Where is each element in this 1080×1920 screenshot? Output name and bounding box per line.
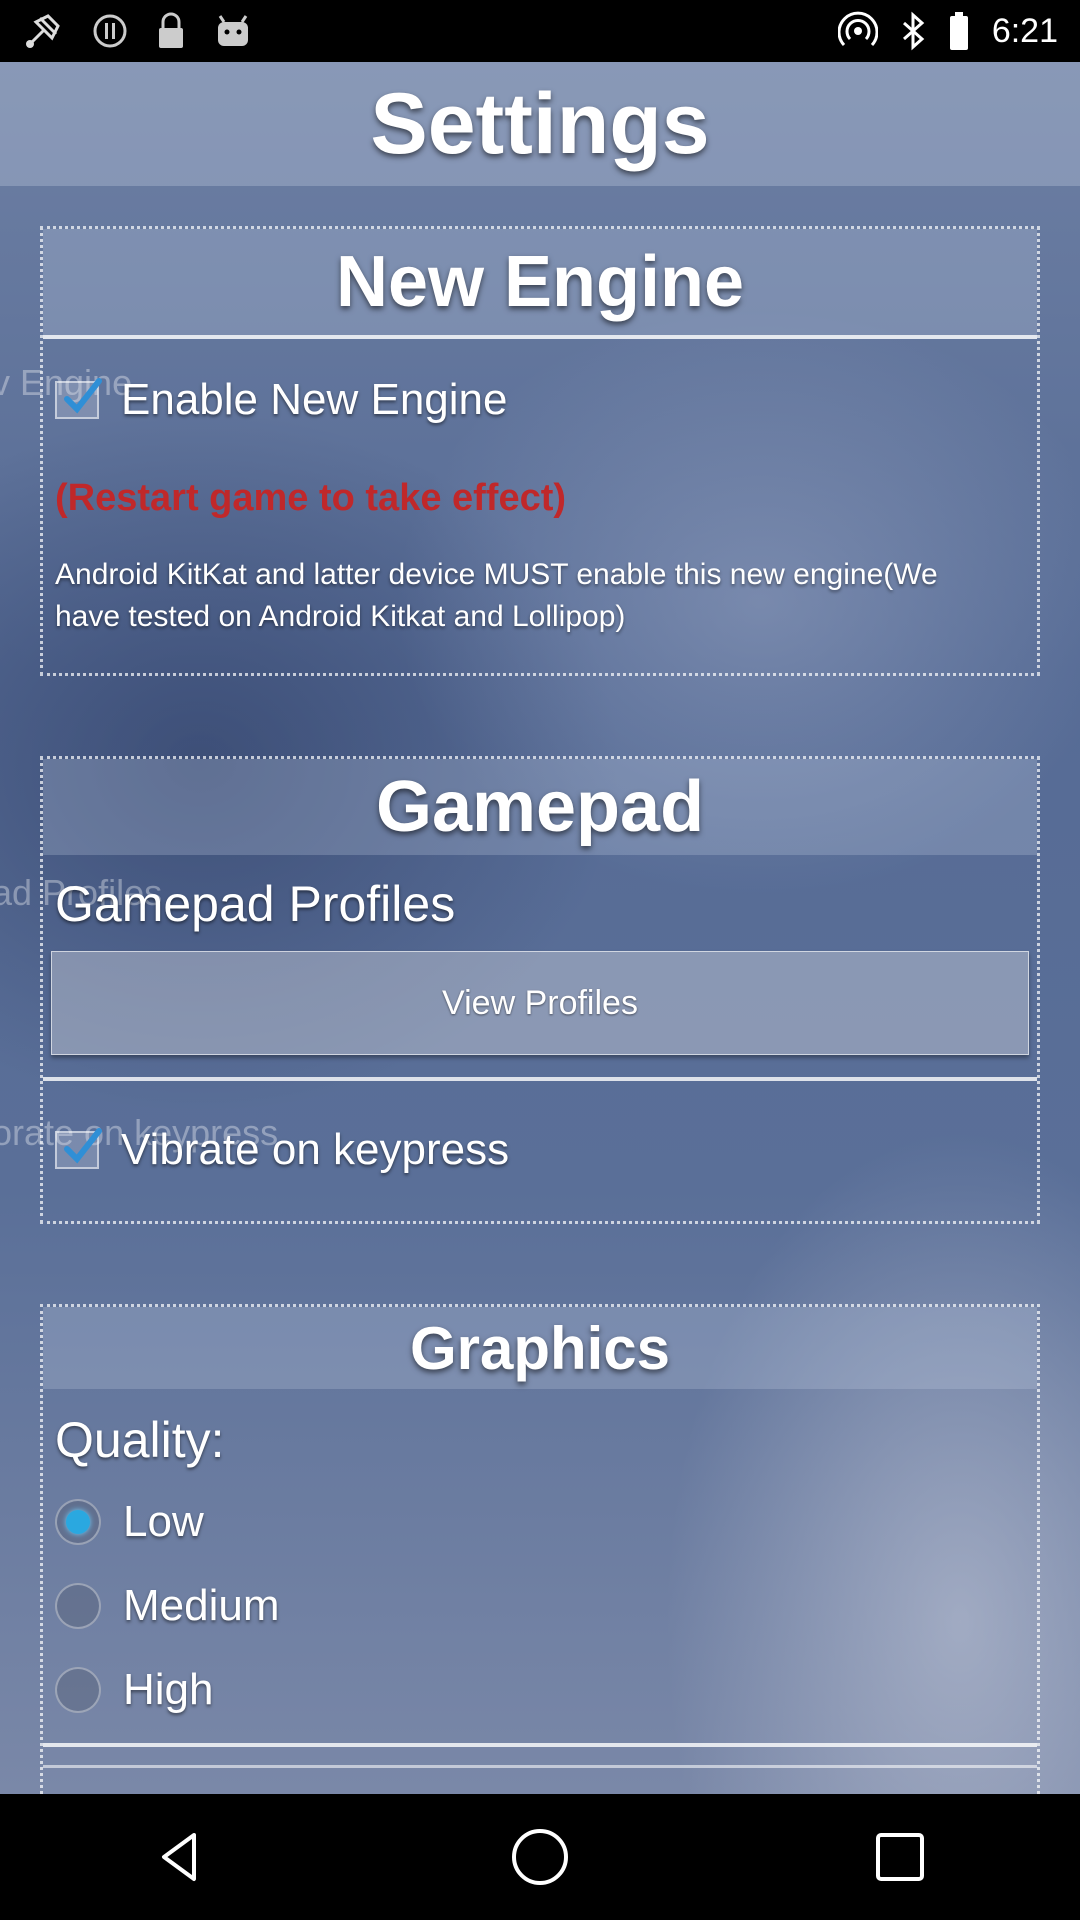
navigation-bar [0,1794,1080,1920]
gamepad-title: Gamepad [375,767,705,847]
quality-option-low[interactable]: Low [43,1497,1037,1547]
new-engine-panel: New Engine Enable New Engine (Restart ga… [40,226,1040,676]
status-time: 6:21 [991,11,1058,50]
lock-icon [156,12,186,50]
graphics-panel: Graphics Quality: Low Medium High [40,1304,1040,1794]
hotspot-icon [837,11,878,51]
new-engine-header: New Engine [43,229,1037,339]
fake-gps-icon [22,10,64,52]
bluetooth-icon [900,11,926,51]
back-icon [162,1833,196,1881]
quality-option-medium[interactable]: Medium [43,1581,1037,1631]
page-title: Settings [370,75,710,172]
sync-icon [92,13,128,49]
status-bar: 6:21 [0,0,1080,62]
next-section-top [43,1765,1037,1768]
graphics-header: Graphics [43,1307,1037,1389]
view-profiles-wrapper: View Profiles [51,951,1029,1055]
home-button[interactable] [480,1807,600,1907]
checkmark-icon [64,1128,102,1164]
checkmark-icon [64,378,102,414]
vibrate-checkbox[interactable] [55,1128,102,1169]
recents-icon [876,1833,924,1881]
gamepad-profiles-label: Gamepad Profiles [55,876,456,932]
enable-new-engine-label: Enable New Engine [121,375,508,424]
vibrate-row[interactable]: Vibrate on keypress [43,1125,1037,1175]
gamepad-divider [43,1077,1037,1081]
new-engine-title: New Engine [335,242,745,322]
restart-note: (Restart game to take effect) [55,477,567,519]
gamepad-header: Gamepad [43,759,1037,855]
quality-option-high[interactable]: High [43,1665,1037,1715]
quality-option-high-label: High [123,1665,214,1714]
graphics-title: Graphics [409,1314,671,1382]
enable-new-engine-checkbox[interactable] [55,378,102,419]
quality-row: Quality: [43,1411,1037,1469]
gamepad-profiles-row: Gamepad Profiles [43,875,1037,933]
engine-description: Android KitKat and latter device MUST en… [55,558,938,633]
engine-description-row: Android KitKat and latter device MUST en… [43,554,1037,638]
back-button[interactable] [120,1807,240,1907]
gamepad-panel: Gamepad Gamepad Profiles View Profiles V… [40,756,1040,1224]
radio-low[interactable] [55,1499,101,1545]
home-icon [512,1829,568,1885]
radio-medium[interactable] [55,1583,101,1629]
quality-option-low-label: Low [123,1497,204,1546]
restart-note-row: (Restart game to take effect) [43,477,1037,520]
vibrate-label: Vibrate on keypress [121,1125,510,1174]
enable-new-engine-row[interactable]: Enable New Engine [43,375,1037,425]
view-profiles-button[interactable]: View Profiles [51,951,1029,1055]
title-bar: Settings [0,62,1080,186]
radio-selected-dot [66,1510,90,1534]
quality-option-medium-label: Medium [123,1581,280,1630]
android-icon [214,14,252,48]
graphics-divider [43,1743,1037,1747]
recents-button[interactable] [840,1807,960,1907]
battery-icon [948,11,970,51]
radio-high[interactable] [55,1667,101,1713]
quality-label: Quality: [55,1412,225,1468]
